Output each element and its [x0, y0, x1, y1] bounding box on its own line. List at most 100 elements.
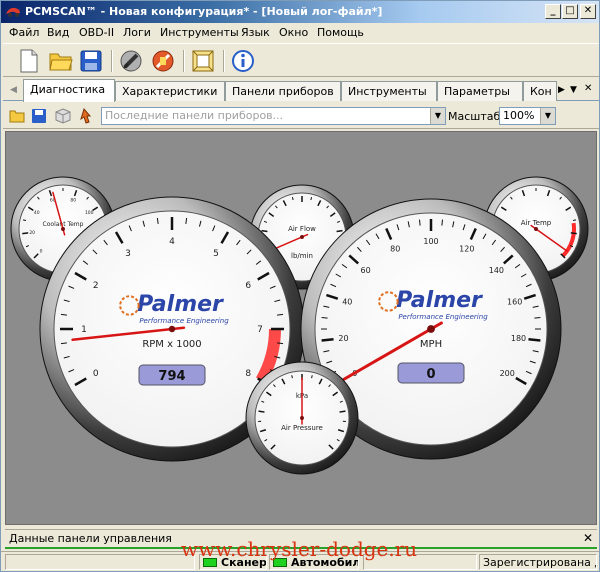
tab-parameters[interactable]: Параметры	[437, 81, 523, 101]
recent-dashboards-combo[interactable]: Последние панели приборов... ▼	[101, 107, 446, 125]
scale-major-tick	[339, 410, 346, 413]
menu-tools[interactable]: Инструменты	[160, 26, 239, 39]
cube-icon[interactable]	[55, 108, 71, 124]
toolbar-separator	[111, 50, 113, 72]
watermark-text: www.chrysler-dodge.ru	[181, 537, 418, 561]
new-file-icon	[20, 49, 38, 73]
airflow-label: Air Flow	[288, 225, 316, 233]
main-tabs: Диагностика Характеристики Панели прибор…	[3, 79, 599, 102]
scale-major-tick	[528, 338, 541, 342]
layout-button[interactable]	[189, 47, 217, 75]
pcmscan-logo-icon	[6, 7, 20, 17]
save-button[interactable]	[77, 47, 105, 75]
scale-major-tick	[258, 410, 265, 413]
scale-minor-tick	[291, 197, 294, 201]
window-title: PCMSCAN™ - Новая конфигурация* - [Новый …	[25, 5, 383, 18]
tab-characteristics[interactable]: Характеристики	[115, 81, 225, 101]
mph-tick-label: 180	[511, 334, 526, 343]
pointer-icon[interactable]	[79, 108, 95, 124]
mph-tick-label: 100	[423, 237, 438, 246]
menu-view[interactable]: Вид	[47, 26, 69, 39]
info-icon	[232, 50, 254, 72]
menu-language[interactable]: Язык	[241, 26, 270, 39]
tab-console[interactable]: Кон	[523, 81, 557, 101]
scale-major-tick	[570, 232, 577, 235]
menu-bar: Файл Вид OBD-II Логи Инструменты Язык Ок…	[1, 23, 599, 43]
scale-major-tick	[22, 232, 29, 235]
scale-minor-tick	[441, 219, 443, 226]
menu-window[interactable]: Окно	[279, 26, 308, 39]
scale-minor-tick	[311, 375, 313, 379]
airflow-unit: lb/min	[291, 252, 313, 260]
scale-minor-tick	[534, 317, 541, 319]
connect-plug-icon	[120, 50, 142, 72]
menu-logs[interactable]: Логи	[123, 26, 151, 39]
brand-logo-text: Palmer	[396, 288, 483, 313]
about-button[interactable]	[229, 47, 257, 75]
chevron-down-icon[interactable]: ▼	[540, 108, 555, 124]
needle-hub	[427, 325, 435, 333]
menu-file[interactable]: Файл	[9, 26, 39, 39]
connect-button[interactable]	[117, 47, 145, 75]
pressure-label: Air Pressure	[281, 424, 323, 432]
tab-scroll-right-button[interactable]: ▶	[558, 85, 565, 95]
coolant-tick-label: 100	[85, 210, 94, 216]
mph-digital-value: 0	[426, 367, 435, 382]
toolbar-separator	[183, 50, 185, 72]
title-bar[interactable]: PCMSCAN™ - Новая конфигурация* - [Новый …	[1, 1, 599, 23]
tab-diagnostics[interactable]: Диагностика	[23, 79, 115, 102]
mph-tick-label: 40	[342, 298, 352, 307]
open-folder-icon[interactable]	[9, 108, 25, 124]
needle-hub	[300, 235, 304, 239]
scale-major-tick	[336, 229, 343, 233]
tab-close-button[interactable]: ✕	[584, 83, 592, 94]
panel-title: Данные панели управления	[9, 532, 172, 545]
new-button[interactable]	[15, 47, 43, 75]
rpm-tick-label: 5	[213, 249, 219, 259]
rpm-tick-label: 7	[257, 325, 263, 335]
disconnect-button[interactable]	[149, 47, 177, 75]
zoom-select[interactable]: 100% ▼	[499, 107, 556, 125]
coolant-tick-label: 0	[40, 248, 43, 254]
rpm-tick-label: 1	[81, 325, 87, 335]
rpm-digital-value: 794	[158, 369, 185, 384]
coolant-tick-label: 80	[70, 197, 76, 203]
mph-tick-label: 120	[459, 244, 474, 253]
mph-tick-label: 80	[390, 244, 400, 253]
minimize-button[interactable]: _	[545, 4, 561, 19]
scale-major-tick	[261, 229, 268, 233]
rpm-tick-label: 8	[245, 369, 251, 379]
tab-dashboards[interactable]: Панели приборов	[225, 81, 341, 101]
needle-hub	[300, 416, 304, 420]
zoom-value: 100%	[503, 109, 535, 122]
disconnect-plug-icon	[152, 50, 174, 72]
mph-tick-label: 160	[507, 298, 522, 307]
panel-close-button[interactable]: ✕	[583, 531, 593, 545]
coolant-tick-label: 20	[29, 230, 35, 236]
brand-logo-text: Palmer	[137, 292, 224, 317]
tab-scroll-left-button[interactable]: ◀	[10, 85, 17, 95]
mph-tick-label: 60	[361, 266, 371, 275]
main-toolbar	[3, 43, 599, 77]
mph-tick-label: 200	[500, 369, 515, 378]
open-folder-icon	[49, 53, 73, 71]
menu-obd[interactable]: OBD-II	[79, 26, 114, 39]
menu-help[interactable]: Помощь	[317, 26, 364, 39]
save-disk-icon	[80, 50, 102, 72]
rpm-tick-label: 3	[125, 249, 131, 259]
rpm-tick-label: 4	[169, 237, 175, 247]
close-button[interactable]: ✕	[580, 4, 596, 19]
rpm-tick-label: 0	[93, 369, 99, 379]
tab-tools[interactable]: Инструменты	[341, 81, 437, 101]
open-button[interactable]	[47, 47, 75, 75]
rpm-unit-label: RPM x 1000	[142, 339, 201, 350]
air-pressure-gauge[interactable]: kPaAir Pressure	[245, 361, 359, 475]
save-disk-icon[interactable]	[31, 108, 47, 124]
needle-hub	[534, 227, 538, 231]
scale-minor-tick	[22, 219, 27, 222]
maximize-button[interactable]: □	[562, 4, 578, 19]
tab-list-button[interactable]: ▼	[570, 85, 577, 95]
brand-tagline-text: Performance Engineering	[398, 312, 488, 321]
chevron-down-icon[interactable]: ▼	[430, 108, 445, 124]
mph-unit-label: MPH	[420, 339, 442, 350]
